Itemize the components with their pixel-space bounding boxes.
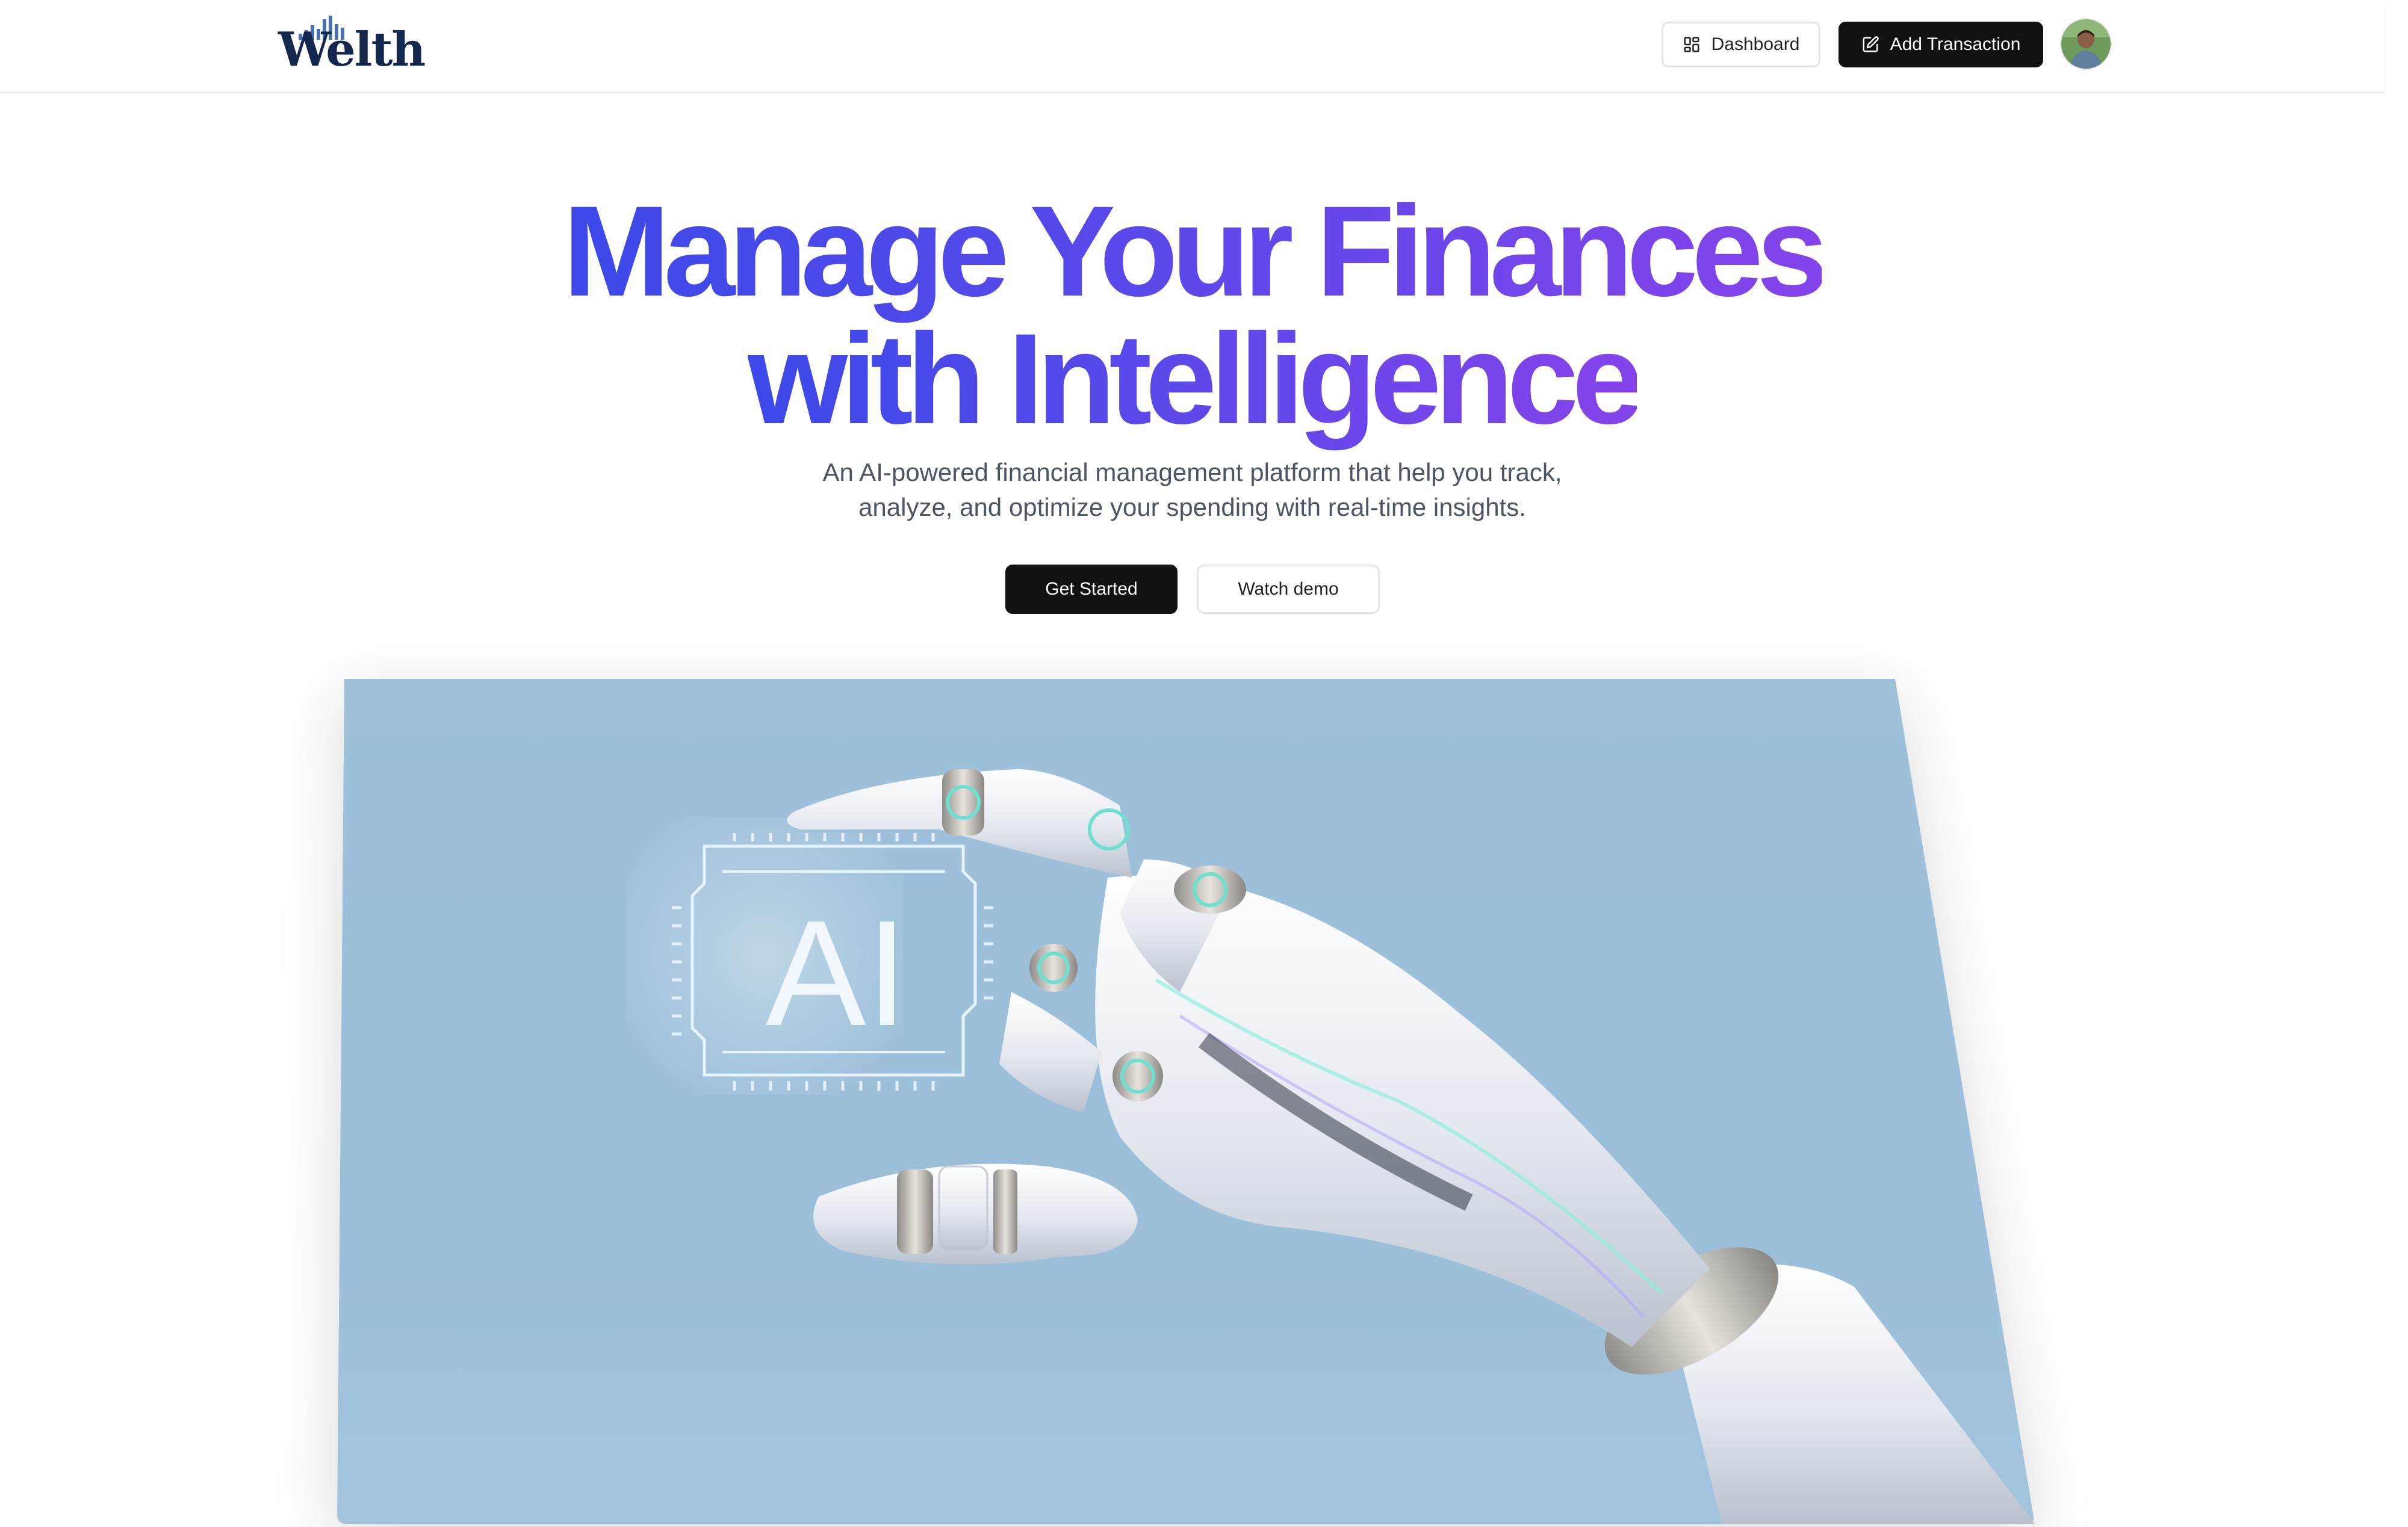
user-avatar[interactable] xyxy=(2061,19,2111,69)
ai-chip-graphic: AI xyxy=(626,817,993,1094)
robot-hand-ai-chip-illustration: AI xyxy=(626,769,2035,1524)
hero-subtitle-line-2: analyze, and optimize your spending with… xyxy=(858,493,1526,521)
watch-demo-button-label: Watch demo xyxy=(1238,579,1339,599)
avatar-image xyxy=(2061,19,2111,69)
hero-image: AI xyxy=(337,679,2035,1524)
logo-wordmark: Welth xyxy=(278,22,426,77)
pen-square-icon xyxy=(1863,36,1879,52)
hero-subtitle-line-1: An AI-powered financial management platf… xyxy=(822,458,1562,486)
add-transaction-button-label: Add Transaction xyxy=(1890,34,2021,54)
dashboard-button[interactable]: Dashboard xyxy=(1662,22,1820,67)
hero-title-line-2: with Intelligence xyxy=(748,307,1644,466)
hero-title: Manage Your Finances with Intelligence xyxy=(0,187,2385,444)
add-transaction-button[interactable]: Add Transaction xyxy=(1839,22,2043,67)
hero-subtitle: An AI-powered financial management platf… xyxy=(0,455,2385,525)
get-started-button-label: Get Started xyxy=(1045,579,1138,599)
watch-demo-button[interactable]: Watch demo xyxy=(1197,565,1380,614)
hero-image-frame: AI xyxy=(337,679,2035,1524)
ai-chip-label: AI xyxy=(766,889,908,1057)
layout-dashboard-icon xyxy=(1684,37,1699,52)
dashboard-button-label: Dashboard xyxy=(1711,34,1800,54)
welth-logo[interactable]: Welth xyxy=(278,13,426,76)
top-navbar: Welth Dashboard Add Transaction xyxy=(0,0,2385,93)
get-started-button[interactable]: Get Started xyxy=(1005,565,1178,614)
